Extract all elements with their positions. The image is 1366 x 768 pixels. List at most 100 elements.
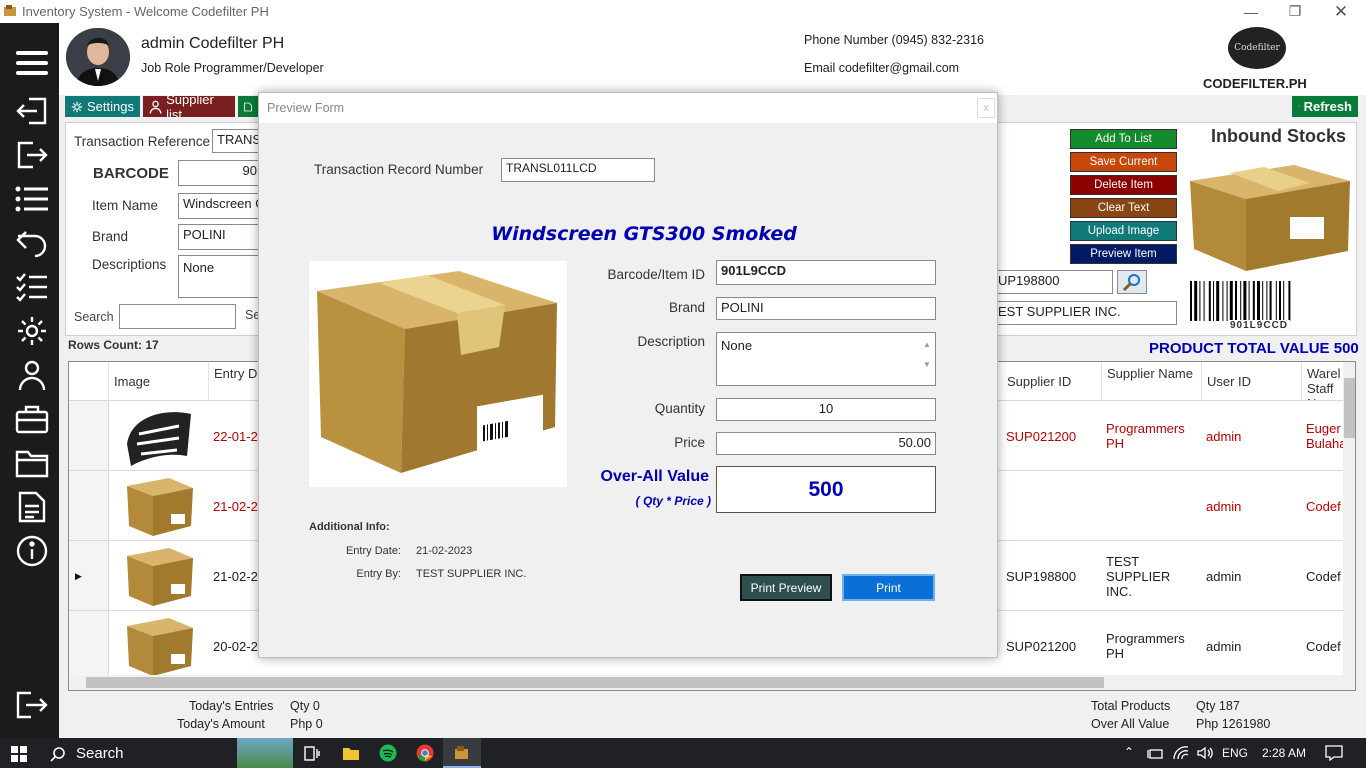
quantity-input[interactable]: 10 xyxy=(716,398,936,421)
login-arrow-icon[interactable] xyxy=(14,137,50,173)
save-current-button[interactable]: Save Current xyxy=(1070,152,1177,172)
vertical-scrollbar[interactable] xyxy=(1343,362,1355,677)
clock[interactable]: 2:28 AM xyxy=(1262,746,1306,760)
barcode-bar xyxy=(1262,281,1264,321)
preview-item-button[interactable]: Preview Item xyxy=(1070,244,1177,264)
inventory-app-taskbar-button[interactable] xyxy=(443,738,481,768)
transaction-record-input[interactable]: TRANSL011LCD xyxy=(501,158,655,182)
col-header-warehouse-staff[interactable]: Warel Staff N xyxy=(1302,362,1347,400)
battery-icon[interactable] xyxy=(1146,746,1164,760)
print-button[interactable]: Print xyxy=(842,574,935,601)
barcode-bar xyxy=(1248,281,1250,321)
barcode-bar xyxy=(1216,281,1220,321)
description-textarea[interactable]: None ▲ ▼ xyxy=(716,332,936,386)
row-selector[interactable] xyxy=(69,471,109,541)
textarea-scrollbar[interactable]: ▲ ▼ xyxy=(921,335,933,383)
windows-start-icon[interactable] xyxy=(11,746,27,762)
barcode-bar xyxy=(1213,281,1214,321)
col-header-supplier-id[interactable]: Supplier ID xyxy=(1002,362,1102,400)
row-selector[interactable] xyxy=(69,401,109,471)
user-icon[interactable] xyxy=(14,357,50,393)
notifications-icon[interactable] xyxy=(1325,745,1343,761)
language-indicator[interactable]: ENG xyxy=(1222,746,1248,760)
warehouse-staff-cell: Codef xyxy=(1306,638,1341,654)
print-preview-button[interactable]: Print Preview xyxy=(740,574,832,601)
refresh-icon xyxy=(1298,105,1300,107)
descriptions-input[interactable]: None xyxy=(178,255,262,298)
col-header-supplier-name[interactable]: Supplier Name xyxy=(1102,362,1202,400)
warehouse-staff-cell: Codef xyxy=(1306,498,1341,514)
entry-date-label: Entry Date: xyxy=(345,545,401,557)
today-entries-value: Qty 0 xyxy=(290,699,320,713)
refresh-button[interactable]: Refresh xyxy=(1292,96,1358,117)
item-name-input[interactable]: Windscreen G xyxy=(178,193,262,219)
undo-icon[interactable] xyxy=(14,225,50,261)
search-input[interactable] xyxy=(119,304,236,329)
price-input[interactable]: 50.00 xyxy=(716,432,936,455)
row-selector[interactable]: ▶ xyxy=(69,541,109,611)
today-entries-label: Today's Entries xyxy=(189,699,274,713)
info-icon[interactable] xyxy=(14,533,50,569)
box-thumbnail xyxy=(121,474,199,538)
col-header-user-id[interactable]: User ID xyxy=(1202,362,1302,400)
row-selector[interactable] xyxy=(69,611,109,681)
list-icon[interactable] xyxy=(14,181,50,217)
supplier-list-button[interactable]: Supplier list xyxy=(143,92,235,122)
supplier-name-cell: Programmers PH xyxy=(1106,421,1185,451)
checklist-icon[interactable] xyxy=(14,269,50,305)
file-explorer-icon[interactable] xyxy=(342,745,360,761)
search-supplier-button[interactable] xyxy=(1117,270,1147,294)
logout-icon[interactable] xyxy=(14,687,50,723)
minimize-button[interactable]: — xyxy=(1228,0,1274,23)
supplier-name-cell: TEST SUPPLIER INC. xyxy=(1106,553,1171,599)
gear-icon[interactable] xyxy=(14,313,50,349)
supplier-list-label: Supplier list xyxy=(166,91,214,122)
supplier-name-input[interactable]: EST SUPPLIER INC. xyxy=(993,301,1177,325)
barcode-input[interactable]: 90 xyxy=(178,160,262,186)
add-to-list-button[interactable]: Add To List xyxy=(1070,129,1177,149)
dialog-close-button[interactable]: x xyxy=(977,98,995,118)
menu-icon[interactable] xyxy=(14,45,50,81)
warehouse-staff-cell: Euger Bulaha xyxy=(1306,421,1344,451)
barcode-bar xyxy=(1235,281,1237,321)
app-icon xyxy=(4,5,16,16)
supplier-name-cell xyxy=(1102,471,1202,541)
barcode-bar xyxy=(1269,281,1272,321)
barcode-bar xyxy=(1222,281,1224,321)
barcode-bar xyxy=(1208,281,1211,321)
spotify-icon[interactable] xyxy=(379,744,397,762)
maximize-button[interactable]: ❐ xyxy=(1272,0,1318,23)
wifi-icon[interactable] xyxy=(1172,745,1190,761)
box-thumbnail xyxy=(121,544,199,608)
back-arrow-icon[interactable] xyxy=(14,93,50,129)
task-view-icon[interactable] xyxy=(304,746,320,761)
clear-text-button[interactable]: Clear Text xyxy=(1070,198,1177,218)
chevron-up-icon[interactable]: ⌃ xyxy=(1124,745,1134,759)
supplier-id-input[interactable]: UP198800 xyxy=(993,270,1113,294)
chrome-icon[interactable] xyxy=(416,744,434,762)
dialog-title: Preview Form xyxy=(267,101,345,115)
delete-item-button[interactable]: Delete Item xyxy=(1070,175,1177,195)
modal-brand-input[interactable]: POLINI xyxy=(716,297,936,320)
barcode-item-id-input[interactable]: 901L9CCD xyxy=(716,260,936,285)
col-header-image[interactable]: Image xyxy=(109,362,209,400)
volume-icon[interactable] xyxy=(1196,746,1214,760)
transaction-reference-input[interactable]: TRANSL xyxy=(212,129,262,153)
barcode-item-id-label: Barcode/Item ID xyxy=(607,267,705,282)
brand-input[interactable]: POLINI xyxy=(178,224,262,250)
horizontal-scrollbar[interactable] xyxy=(69,675,1355,690)
entry-by-value: TEST SUPPLIER INC. xyxy=(416,568,527,580)
upload-image-button[interactable]: Upload Image xyxy=(1070,221,1177,241)
folder-icon[interactable] xyxy=(14,445,50,481)
settings-button[interactable]: Settings xyxy=(65,96,140,117)
barcode-bar xyxy=(1279,281,1281,321)
briefcase-icon[interactable] xyxy=(14,401,50,437)
document-icon[interactable] xyxy=(14,489,50,525)
user-id-cell: admin xyxy=(1206,428,1242,444)
close-window-button[interactable]: ✕ xyxy=(1318,0,1364,23)
additional-info-label: Additional Info: xyxy=(309,521,390,533)
search-icon[interactable] xyxy=(50,746,66,762)
extra-toolbar-button[interactable] xyxy=(238,96,258,117)
user-name: admin Codefilter PH xyxy=(141,35,285,52)
taskbar-search[interactable]: Search xyxy=(76,745,124,762)
